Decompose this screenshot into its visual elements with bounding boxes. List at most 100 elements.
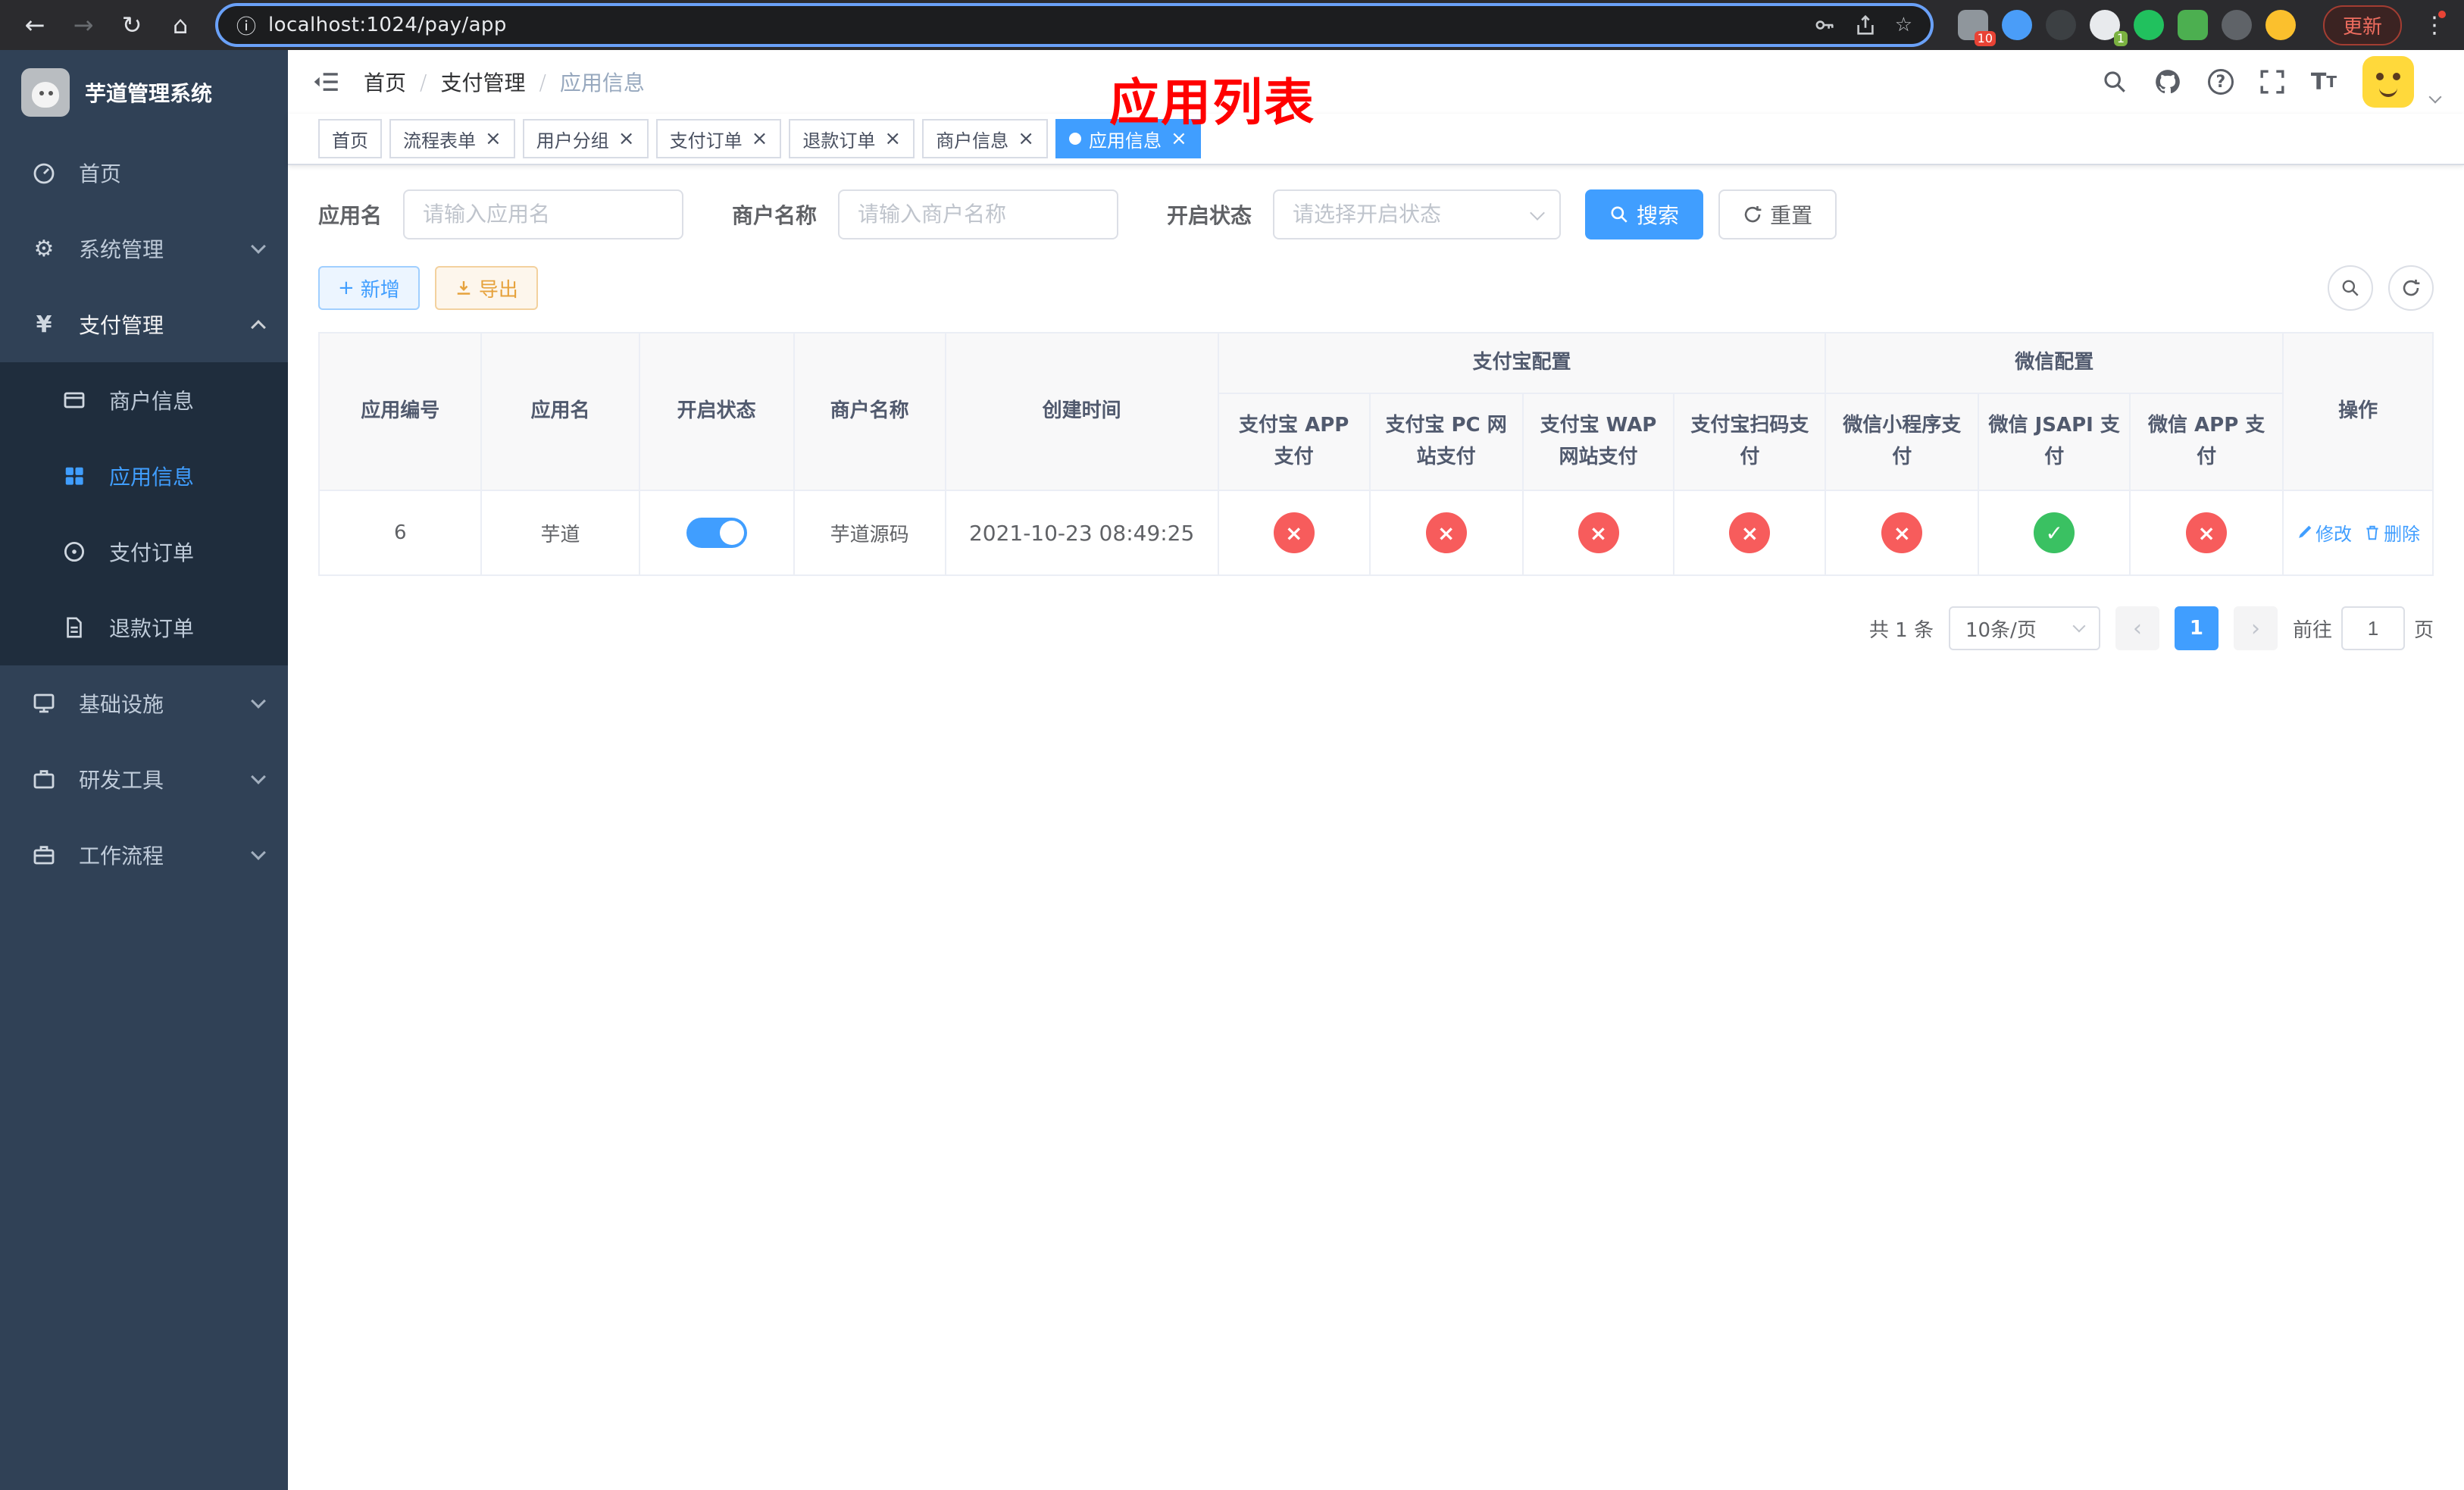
sidebar-item-infrastructure[interactable]: 基础设施 (0, 665, 288, 741)
breadcrumb-payment[interactable]: 支付管理 (440, 67, 525, 97)
browser-menu-icon[interactable]: ⋮ (2423, 10, 2447, 39)
tab-payment-orders[interactable]: 支付订单 × (655, 119, 782, 158)
extension-blocks-icon[interactable]: 10 (1958, 10, 1996, 46)
tab-refund-orders[interactable]: 退款订单 × (789, 119, 915, 158)
tab-label: 流程表单 (403, 130, 476, 152)
bookmark-star-icon[interactable]: ☆ (1895, 14, 1912, 36)
tab-home[interactable]: 首页 (318, 119, 382, 158)
sidebar-item-label: 退款订单 (109, 616, 195, 641)
sidebar-item-payment[interactable]: ¥ 支付管理 (0, 286, 288, 362)
breadcrumb: 首页 / 支付管理 / 应用信息 (364, 67, 645, 97)
status-select[interactable] (1273, 189, 1562, 239)
sidebar-item-app-info[interactable]: 应用信息 (0, 438, 288, 514)
page-size-select[interactable]: 10条/页 (1948, 606, 2100, 650)
breadcrumb-home[interactable]: 首页 (364, 67, 406, 97)
app-name-input[interactable] (403, 189, 684, 239)
github-icon[interactable] (2153, 67, 2182, 96)
browser-update-button[interactable]: 更新 (2323, 5, 2403, 45)
browser-forward-button[interactable]: → (64, 5, 103, 45)
extension-translate-icon[interactable]: 1 (2090, 10, 2128, 46)
tab-process-form[interactable]: 流程表单 × (389, 119, 515, 158)
group-header-alipay: 支付宝配置 (1217, 332, 1827, 394)
payment-submenu: 商户信息 应用信息 支付订单 退款订单 (0, 362, 288, 665)
gear-icon: ⚙ (33, 235, 55, 262)
col-header-name: 应用名 (480, 332, 640, 491)
sidebar-item-refund-orders[interactable]: 退款订单 (0, 590, 288, 665)
prev-page-button[interactable]: ‹ (2115, 606, 2159, 650)
add-button[interactable]: + 新增 (318, 266, 420, 310)
extension-badge: 1 (2113, 31, 2128, 46)
close-icon[interactable]: × (752, 129, 768, 149)
password-key-icon[interactable] (1813, 14, 1836, 36)
chevron-down-icon[interactable] (2428, 90, 2442, 104)
help-icon[interactable]: ? (2207, 69, 2234, 95)
grid-icon (61, 465, 88, 487)
tab-merchant-info[interactable]: 商户信息 × (922, 119, 1048, 158)
site-info-icon[interactable]: ⓘ (236, 11, 256, 39)
reset-button[interactable]: 重置 (1718, 189, 1837, 239)
url-text[interactable]: localhost:1024/pay/app (268, 14, 1801, 36)
sidebar-item-system[interactable]: ⚙ 系统管理 (0, 211, 288, 286)
closed-status-icon: × (1729, 512, 1771, 553)
cell-merchant: 芋道源码 (793, 490, 946, 576)
search-icon[interactable] (2102, 69, 2128, 95)
tab-label: 商户信息 (936, 130, 1009, 152)
cell-alipay-app: × (1217, 490, 1371, 576)
status-select-input[interactable] (1273, 189, 1562, 239)
col-header-wx-mini: 微信小程序支付 (1825, 393, 1980, 491)
edit-link[interactable]: 修改 (2296, 519, 2352, 546)
top-navbar: 首页 / 支付管理 / 应用信息 ? TT (288, 50, 2464, 114)
export-button[interactable]: 导出 (434, 266, 538, 310)
col-header-actions: 操作 (2282, 332, 2434, 491)
toggle-search-button[interactable] (2328, 265, 2373, 311)
delete-link[interactable]: 删除 (2364, 519, 2420, 546)
browser-home-button[interactable]: ⌂ (161, 5, 200, 45)
fullscreen-icon[interactable] (2259, 69, 2285, 95)
merchant-name-input[interactable] (838, 189, 1119, 239)
closed-status-icon: × (1425, 512, 1467, 553)
extension-drop-icon[interactable] (2002, 10, 2032, 40)
tab-user-group[interactable]: 用户分组 × (522, 119, 649, 158)
reset-button-label: 重置 (1770, 203, 1813, 228)
browser-refresh-button[interactable]: ↻ (112, 5, 152, 45)
sidebar-item-payment-orders[interactable]: 支付订单 (0, 514, 288, 590)
dashboard-icon (30, 161, 58, 185)
close-icon[interactable]: × (618, 129, 635, 149)
browser-toolbar: ← → ↻ ⌂ ⓘ localhost:1024/pay/app ☆ 10 1 … (0, 0, 2464, 50)
sidebar-logo[interactable]: 芋道管理系统 (0, 50, 288, 135)
share-icon[interactable] (1854, 14, 1877, 36)
close-icon[interactable]: × (884, 129, 901, 149)
page-content: 应用名 商户名称 开启状态 搜索 (288, 165, 2464, 1490)
goto-page-input[interactable] (2340, 606, 2405, 650)
close-icon[interactable]: × (485, 129, 502, 149)
sidebar-item-home[interactable]: 首页 (0, 135, 288, 211)
closed-status-icon: × (1881, 512, 1923, 553)
sidebar-item-dev-tools[interactable]: 研发工具 (0, 741, 288, 817)
extension-emoji-icon[interactable] (2265, 10, 2296, 40)
avatar[interactable] (2362, 56, 2414, 108)
briefcase-icon (30, 843, 58, 867)
address-bar[interactable]: ⓘ localhost:1024/pay/app ☆ (218, 6, 1931, 44)
extension-green-circle-icon[interactable] (2134, 10, 2164, 40)
extension-dark-sphere-icon[interactable] (2046, 10, 2076, 40)
close-icon[interactable]: × (1171, 129, 1187, 149)
goto-suffix: 页 (2413, 618, 2434, 642)
tab-app-info[interactable]: 应用信息 × (1055, 119, 1201, 158)
status-toggle[interactable] (686, 518, 747, 548)
cell-alipay-wap: × (1521, 490, 1675, 576)
sidebar-item-workflow[interactable]: 工作流程 (0, 817, 288, 893)
browser-back-button[interactable]: ← (15, 5, 55, 45)
extension-chat-icon[interactable] (2178, 10, 2208, 40)
refresh-button[interactable] (2388, 265, 2434, 311)
extension-puzzle-icon[interactable] (2222, 10, 2252, 40)
closed-status-icon: × (1578, 512, 1619, 553)
page-size-value: 10条/页 (1965, 618, 2037, 642)
chevron-down-icon (2072, 619, 2086, 633)
font-size-icon[interactable]: TT (2311, 69, 2337, 95)
sidebar-fold-icon[interactable] (312, 68, 339, 95)
search-button[interactable]: 搜索 (1585, 189, 1704, 239)
sidebar-item-merchant-info[interactable]: 商户信息 (0, 362, 288, 438)
next-page-button[interactable]: › (2233, 606, 2278, 650)
cell-name: 芋道 (480, 490, 640, 576)
close-icon[interactable]: × (1018, 129, 1034, 149)
